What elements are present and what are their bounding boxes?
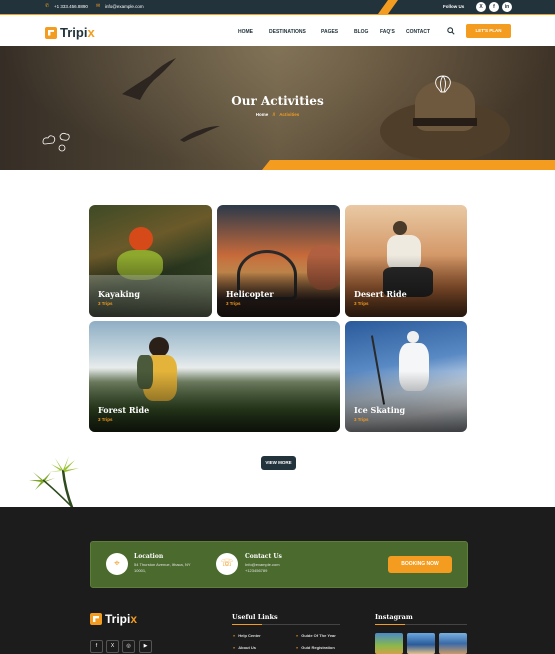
nav-contact[interactable]: CONTACT xyxy=(406,29,430,35)
top-bar-social-area xyxy=(388,0,555,14)
bird-icon xyxy=(180,126,220,142)
youtube-icon[interactable]: ▶ xyxy=(139,640,152,653)
instagram-thumbnail[interactable] xyxy=(407,633,435,654)
nav-blog[interactable]: BLOG xyxy=(354,29,368,35)
brand-name: Tripi xyxy=(60,25,88,40)
footer-link[interactable]: » Guide Of The Year xyxy=(296,633,336,638)
x-icon[interactable]: X xyxy=(106,640,119,653)
follow-us-label: Follow Us xyxy=(443,4,465,9)
footer-link[interactable]: » Guid Registration xyxy=(296,645,335,650)
hero-accent-stripe xyxy=(262,160,555,170)
nav-home[interactable]: HOME xyxy=(238,29,253,35)
topbar-email[interactable]: ✉ info@example.com xyxy=(96,3,144,9)
breadcrumb-separator: // xyxy=(272,112,276,117)
location-pin-icon: ⌖ xyxy=(106,553,128,575)
hot-air-balloon-icon xyxy=(435,75,451,93)
x-icon[interactable]: X xyxy=(476,2,486,12)
brand-accent: x xyxy=(87,25,95,40)
palm-tree-icon xyxy=(29,456,79,511)
location-line2: 10001, xyxy=(134,568,147,573)
search-icon[interactable] xyxy=(447,27,455,35)
activity-title: Desert Ride xyxy=(354,289,407,299)
footer-brand-logo[interactable]: Tripix xyxy=(90,612,137,626)
instagram-heading: Instagram xyxy=(375,613,413,621)
logo-icon xyxy=(45,26,57,39)
activity-trips: 3 Trips xyxy=(98,417,113,422)
breadcrumb: Home // Activities xyxy=(0,112,555,117)
activity-trips: 3 Trips xyxy=(98,301,113,306)
breadcrumb-current: Activities xyxy=(279,112,300,117)
instagram-thumbnail[interactable] xyxy=(375,633,403,654)
contact-phone[interactable]: +123456789 xyxy=(245,568,267,574)
activity-card-helicopter[interactable]: Helicopter 3 Trips xyxy=(217,205,340,317)
view-more-button[interactable]: VIEW MORE xyxy=(261,456,296,470)
phone-icon: ✆ xyxy=(45,3,50,9)
lets-plan-button[interactable]: LET'S PLAN xyxy=(466,24,511,38)
instagram-thumbnail[interactable] xyxy=(439,633,467,654)
activity-title: Forest Ride xyxy=(98,405,150,415)
footer-link[interactable]: » Help Center xyxy=(233,633,261,638)
nav-faqs[interactable]: FAQ'S xyxy=(380,29,395,35)
logo-icon xyxy=(90,613,102,625)
breadcrumb-home[interactable]: Home xyxy=(256,112,269,117)
mail-icon: ✉ xyxy=(96,3,101,9)
activity-title: Kayaking xyxy=(98,289,140,299)
activity-trips: 3 Trips xyxy=(354,301,369,306)
activity-card-desert-ride[interactable]: Desert Ride 3 Trips xyxy=(345,205,467,317)
page-title: Our Activities xyxy=(231,94,324,108)
main-header: Tripix HOME DESTINATIONS PAGES BLOG FAQ'… xyxy=(0,14,555,46)
linkedin-icon[interactable]: in xyxy=(502,2,512,12)
footer-brand-accent: x xyxy=(130,612,138,626)
footer-link[interactable]: » About Us xyxy=(233,645,256,650)
phone-icon: ☏ xyxy=(216,553,238,575)
cloud-icon xyxy=(42,132,70,152)
facebook-icon[interactable]: f xyxy=(90,640,103,653)
activity-card-forest-ride[interactable]: Forest Ride 3 Trips xyxy=(89,321,340,432)
location-title: Location xyxy=(134,553,164,560)
topbar-phone[interactable]: ✆ +1 333.456.8890 xyxy=(45,3,88,9)
facebook-icon[interactable]: f xyxy=(489,2,499,12)
page-hero xyxy=(0,46,555,170)
brand-logo[interactable]: Tripix xyxy=(45,25,95,40)
activity-trips: 3 Trips xyxy=(354,417,369,422)
activity-card-kayaking[interactable]: Kayaking 3 Trips xyxy=(89,205,212,317)
footer-brand-name: Tripi xyxy=(105,612,131,626)
activity-title: Ice Skating xyxy=(354,405,406,415)
nav-destinations[interactable]: DESTINATIONS xyxy=(269,29,306,35)
useful-links-heading: Useful Links xyxy=(232,613,278,621)
booking-now-button[interactable]: BOOKING NOW xyxy=(388,556,452,573)
activity-title: Helicopter xyxy=(226,289,274,299)
instagram-icon[interactable]: ◎ xyxy=(122,640,135,653)
nav-pages[interactable]: PAGES xyxy=(321,29,338,35)
contact-title: Contact Us xyxy=(245,553,282,560)
activity-card-ice-skating[interactable]: Ice Skating 3 Trips xyxy=(345,321,467,432)
activity-trips: 3 Trips xyxy=(226,301,241,306)
